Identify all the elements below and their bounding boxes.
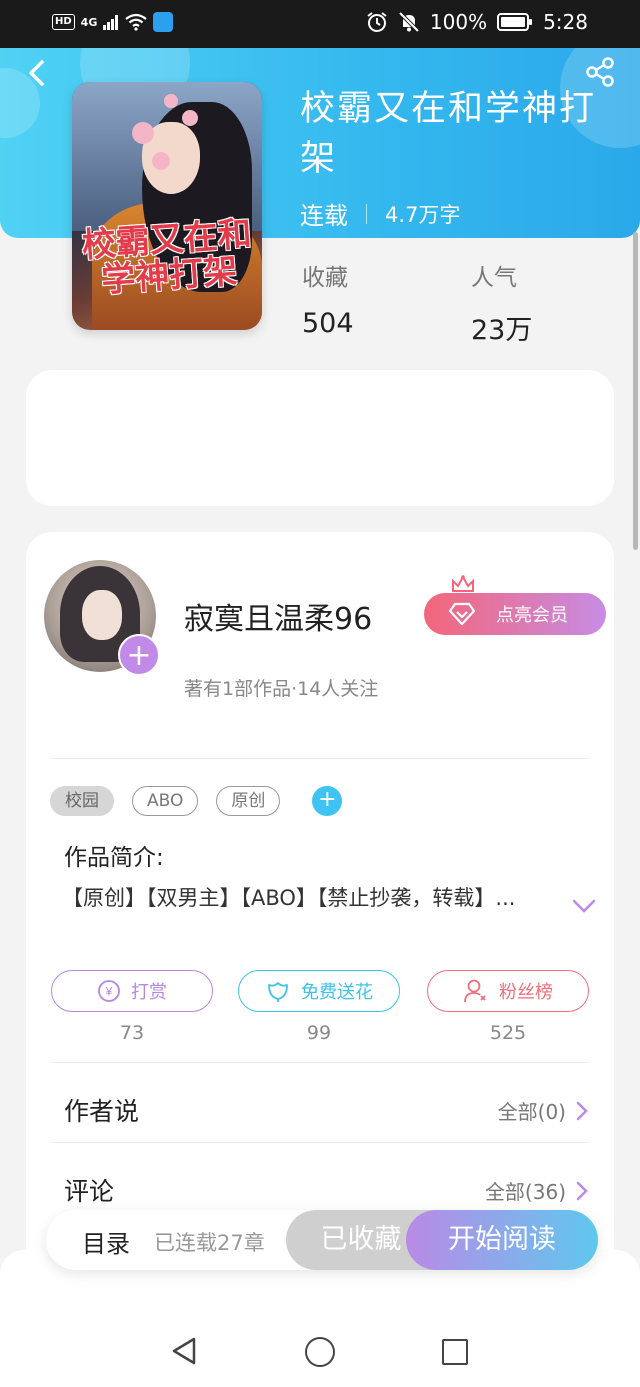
tag-list: 校园 ABO 原创 + <box>50 786 343 816</box>
chevron-down-icon[interactable] <box>570 896 598 916</box>
start-reading-button[interactable]: 开始阅读 <box>406 1210 598 1270</box>
cover-title: 校霸又在和学神打架 <box>80 214 253 301</box>
toc-button[interactable]: 目录 <box>82 1224 130 1259</box>
tag-item[interactable]: 原创 <box>216 786 281 816</box>
tip-count: 73 <box>119 1022 145 1044</box>
cover-flower <box>152 152 170 170</box>
clock: 5:28 <box>543 10 588 34</box>
stat-value: 23万 <box>471 315 533 346</box>
tag-item[interactable]: 校园 <box>50 786 114 816</box>
author-says-more-label: 全部(0) <box>497 1100 566 1124</box>
comments-more[interactable]: 全部(36) <box>485 1176 588 1205</box>
book-cover[interactable]: 校霸又在和学神打架 <box>72 82 262 330</box>
tag-item[interactable]: ABO <box>132 786 199 816</box>
cover-flower <box>132 122 154 144</box>
flower-icon <box>268 982 288 1002</box>
chevron-right-icon <box>576 1181 588 1200</box>
stat-label: 人气 <box>471 265 517 291</box>
diamond-icon <box>448 602 476 626</box>
empty-card <box>26 370 614 506</box>
book-title: 校霸又在和学神打架 <box>300 89 597 179</box>
stat-label: 收藏 <box>302 265 348 291</box>
stat-favorites: 收藏 504 <box>302 258 354 339</box>
send-flower-button[interactable]: 免费送花 <box>238 970 400 1012</box>
nav-home-icon[interactable] <box>305 1337 335 1367</box>
signal-label: 4G <box>80 15 98 29</box>
author-says-title: 作者说 <box>64 1097 140 1126</box>
serial-status: 连载 <box>300 202 348 230</box>
fans-icon <box>464 979 486 1003</box>
alarm-icon <box>367 12 387 32</box>
stat-value: 504 <box>302 308 354 339</box>
stat-popularity: 人气 23万 <box>471 258 532 347</box>
battery-icon <box>497 13 533 31</box>
divider <box>50 1142 590 1143</box>
nav-back-icon[interactable] <box>170 1336 198 1366</box>
divider <box>50 1062 590 1063</box>
battery-percent: 100% <box>429 10 488 34</box>
app-notification-icon <box>153 12 174 32</box>
chevron-left-icon[interactable] <box>22 58 52 88</box>
send-flower-label: 免费送花 <box>301 982 373 1003</box>
status-left: HD 4G <box>52 12 174 32</box>
author-says-more[interactable]: 全部(0) <box>498 1096 588 1125</box>
nav-recents-icon[interactable] <box>442 1339 468 1365</box>
fans-count: 525 <box>489 1022 527 1044</box>
meta-divider <box>366 203 367 224</box>
tip-button[interactable]: ¥ 打赏 <box>51 970 213 1012</box>
author-name[interactable]: 寂寞且温柔96 <box>184 594 372 638</box>
chapter-count: 已连载27章 <box>154 1231 265 1255</box>
wifi-icon <box>125 13 148 31</box>
follow-plus-icon[interactable]: + <box>118 634 160 676</box>
flower-count: 99 <box>306 1022 332 1044</box>
fans-ranking-label: 粉丝榜 <box>499 982 553 1003</box>
comments-title: 评论 <box>64 1177 115 1206</box>
hd-badge: HD <box>52 14 75 30</box>
svg-text:¥: ¥ <box>105 985 113 999</box>
add-tag-icon[interactable]: + <box>312 786 343 816</box>
intro-text: 【原创】【双男主】【ABO】【禁止抄袭，转载】... <box>62 886 516 910</box>
intro-title: 作品简介: <box>64 845 164 871</box>
scrollbar[interactable] <box>633 232 638 550</box>
cover-flower <box>182 110 198 126</box>
mute-icon <box>398 11 420 33</box>
chevron-right-icon <box>576 1101 588 1120</box>
avatar-face <box>82 590 122 640</box>
cover-flower <box>164 94 178 108</box>
vip-label: 点亮会员 <box>496 605 568 626</box>
vip-button[interactable]: 点亮会员 <box>424 593 606 635</box>
reading-action-bar: 目录 已连载27章 已收藏 开始阅读 <box>46 1210 598 1270</box>
status-right: 100% 5:28 <box>366 10 588 34</box>
status-bar: HD 4G 100% 5:28 <box>0 0 640 48</box>
crown-icon <box>452 574 474 592</box>
book-meta: 连载 4.7万字 <box>300 196 460 231</box>
word-count: 4.7万字 <box>385 202 461 227</box>
author-subtitle: 著有1部作品·14人关注 <box>184 678 379 700</box>
divider <box>50 758 590 759</box>
coin-icon: ¥ <box>98 980 120 1002</box>
signal-icon <box>103 15 119 30</box>
tip-label: 打赏 <box>131 982 167 1003</box>
fans-ranking-button[interactable]: 粉丝榜 <box>427 970 589 1012</box>
comments-more-label: 全部(36) <box>484 1180 566 1204</box>
